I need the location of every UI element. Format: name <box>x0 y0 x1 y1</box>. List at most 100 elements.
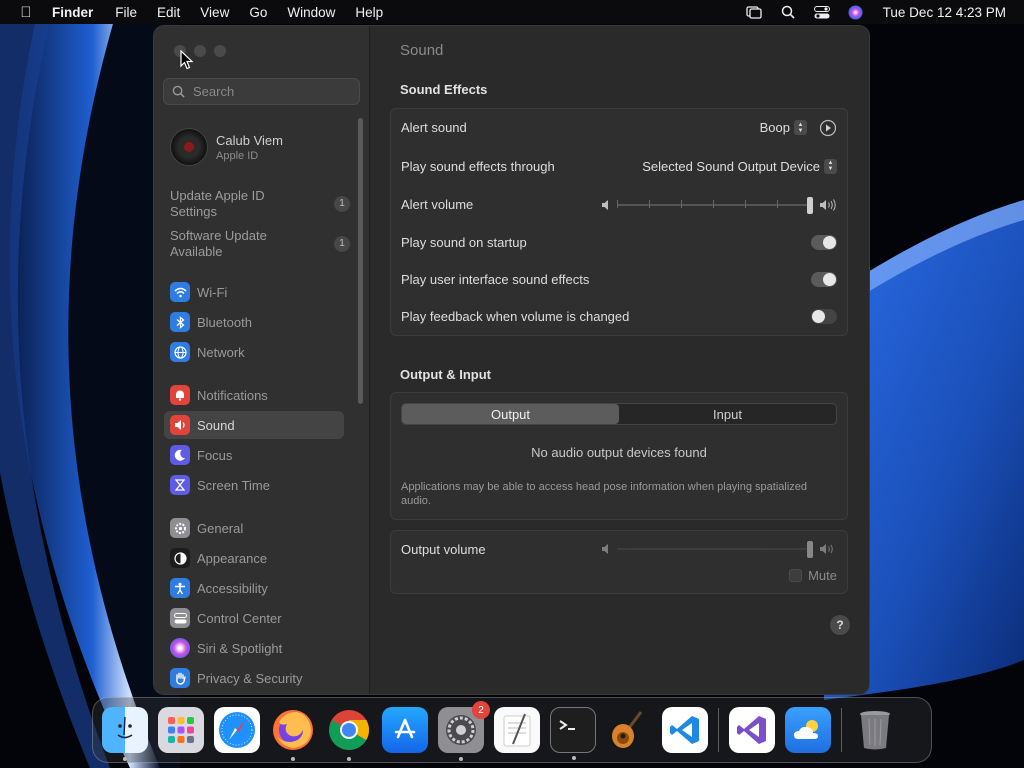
notification-badge: 2 <box>472 701 490 719</box>
dock-finder[interactable] <box>102 707 148 761</box>
slider-thumb[interactable] <box>807 541 813 558</box>
tab-input[interactable]: Input <box>619 404 836 424</box>
dock-separator <box>841 708 842 752</box>
sound-effects-group: Alert sound Boop ▲ ▼ Play sound effects t… <box>390 108 848 336</box>
user-name: Calub Viem <box>216 132 283 148</box>
sidebar-item-privacy-security[interactable]: Privacy & Security <box>164 664 344 692</box>
siri-icon <box>170 638 190 658</box>
startup-sound-toggle[interactable] <box>811 234 837 250</box>
alert-sound-row: Alert sound Boop ▲ ▼ <box>391 109 847 146</box>
notice-count-badge: 1 <box>334 236 350 252</box>
zoom-button[interactable] <box>214 45 226 57</box>
menu-help[interactable]: Help <box>355 5 383 20</box>
menu-go[interactable]: Go <box>249 5 267 20</box>
bluetooth-icon <box>170 312 190 332</box>
sidebar-item-label: Notifications <box>197 387 268 403</box>
sidebar-item-label: Sound <box>197 417 235 433</box>
sidebar-item-appearance[interactable]: Appearance <box>164 544 344 572</box>
volume-low-icon <box>602 199 608 210</box>
menu-view[interactable]: View <box>200 5 229 20</box>
menu-window[interactable]: Window <box>287 5 335 20</box>
dock-firefox[interactable] <box>270 707 316 761</box>
menu-clock[interactable]: Tue Dec 12 4:23 PM <box>883 5 1006 20</box>
output-volume-row: Output volume <box>391 531 847 567</box>
menu-app-name[interactable]: Finder <box>52 5 93 20</box>
startup-sound-row: Play sound on startup <box>391 223 847 261</box>
launchpad-icon <box>168 717 194 743</box>
spotlight-search-icon[interactable] <box>771 5 805 19</box>
mute-checkbox-box <box>789 569 803 582</box>
textedit-icon <box>503 713 531 747</box>
dock-chrome[interactable] <box>326 707 372 761</box>
system-settings-window: Search Calub Viem Apple ID Update Apple … <box>154 26 869 694</box>
screen-mirroring-icon[interactable] <box>737 5 771 19</box>
dock-terminal[interactable] <box>550 707 596 760</box>
mute-checkbox[interactable]: Mute <box>789 568 837 583</box>
dock-trash[interactable] <box>852 707 898 753</box>
slider-tick <box>713 199 714 208</box>
menu-edit[interactable]: Edit <box>157 5 180 20</box>
alert-sound-popup[interactable]: Boop ▲ ▼ <box>760 120 807 135</box>
alert-volume-label: Alert volume <box>401 197 474 212</box>
sidebar-item-label: Bluetooth <box>197 314 252 330</box>
notice-count-badge: 1 <box>334 196 350 212</box>
output-volume-label: Output volume <box>401 541 486 557</box>
output-device-popup[interactable]: Selected Sound Output Device ▲ ▼ <box>642 158 837 174</box>
output-input-segmented-control: Output Input <box>401 403 837 425</box>
sidebar-item-screen-time[interactable]: Screen Time <box>164 471 344 499</box>
sidebar-item-bluetooth[interactable]: Bluetooth <box>164 308 344 336</box>
notice-label: Update Apple ID Settings <box>170 188 265 219</box>
tab-output[interactable]: Output <box>402 404 619 424</box>
help-button[interactable]: ? <box>830 615 850 635</box>
dock-safari[interactable] <box>214 707 260 753</box>
dock-visual-studio[interactable] <box>729 707 775 753</box>
sidebar-scrollbar[interactable] <box>358 118 363 404</box>
dock-system-settings[interactable]: 2 <box>438 701 490 761</box>
vscode-icon <box>670 716 699 744</box>
sidebar-item-sound[interactable]: Sound <box>164 411 344 439</box>
hourglass-icon <box>170 475 190 495</box>
slider-thumb[interactable] <box>807 196 813 214</box>
mute-label: Mute <box>808 568 837 583</box>
apple-id-account[interactable]: Calub Viem Apple ID <box>170 128 283 166</box>
sidebar-item-accessibility[interactable]: Accessibility <box>164 574 344 602</box>
avatar <box>170 128 208 166</box>
dock-textedit[interactable] <box>494 707 540 753</box>
alert-volume-slider[interactable] <box>617 196 813 214</box>
menu-file[interactable]: File <box>115 5 137 20</box>
sidebar-item-label: Control Center <box>197 610 282 626</box>
visual-studio-icon <box>737 716 766 744</box>
sidebar-item-siri-spotlight[interactable]: Siri & Spotlight <box>164 634 344 662</box>
sidebar-item-focus[interactable]: Focus <box>164 441 344 469</box>
dock-vscode[interactable] <box>662 707 708 753</box>
siri-icon[interactable] <box>839 5 873 20</box>
dock-weather[interactable] <box>785 707 831 753</box>
notice-update-apple-id[interactable]: Update Apple ID Settings 1 <box>170 188 350 220</box>
search-field[interactable]: Search <box>163 78 360 105</box>
slider-tick <box>649 199 650 208</box>
sidebar-item-network[interactable]: Network <box>164 338 344 366</box>
empty-devices-message: No audio output devices found <box>531 445 707 460</box>
appearance-icon <box>170 548 190 568</box>
dock-launchpad[interactable] <box>158 707 204 753</box>
ui-sound-effects-toggle[interactable] <box>811 272 837 287</box>
sidebar-item-control-center[interactable]: Control Center <box>164 604 344 632</box>
sidebar-item-general[interactable]: General <box>164 514 344 542</box>
volume-low-icon <box>602 544 608 554</box>
firefox-icon <box>273 710 313 750</box>
dock-app-store[interactable] <box>382 707 428 753</box>
popup-chevrons-icon: ▲ ▼ <box>824 158 837 174</box>
dock-garageband[interactable] <box>606 707 652 753</box>
sidebar-item-wifi[interactable]: Wi-Fi <box>164 278 344 306</box>
output-volume-slider[interactable] <box>617 541 813 558</box>
minimize-button[interactable] <box>194 45 206 57</box>
play-alert-sound-icon[interactable] <box>819 119 837 137</box>
search-placeholder: Search <box>193 84 235 99</box>
wallpaper-left-curve <box>0 0 180 768</box>
apple-menu-icon[interactable]:  <box>0 4 52 21</box>
control-center-icon[interactable] <box>805 5 839 19</box>
notice-software-update[interactable]: Software Update Available 1 <box>170 228 350 260</box>
sidebar-item-notifications[interactable]: Notifications <box>164 381 344 409</box>
volume-feedback-row: Play feedback when volume is changed <box>391 298 847 335</box>
volume-feedback-toggle[interactable] <box>811 309 837 324</box>
